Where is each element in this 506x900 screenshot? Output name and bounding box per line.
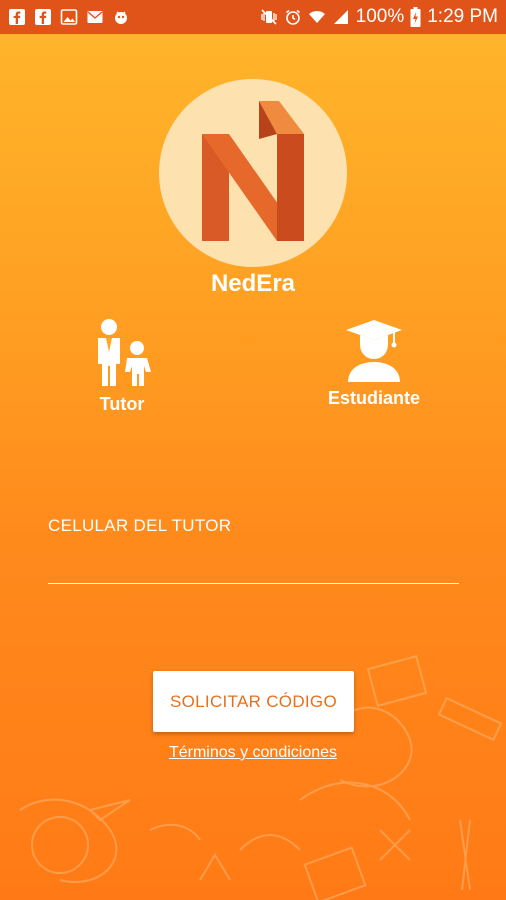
parent-child-icon	[98, 319, 151, 386]
facebook-icon	[9, 9, 25, 25]
bug-icon	[115, 11, 127, 24]
role-tutor[interactable]: Tutor	[72, 318, 172, 415]
wifi-icon	[308, 11, 325, 23]
role-tutor-label: Tutor	[99, 394, 145, 414]
alarm-icon	[285, 9, 300, 25]
role-student-label: Estudiante	[327, 388, 420, 408]
system-status: 100% 1:29 PM	[260, 6, 498, 28]
graduate-icon	[346, 320, 402, 382]
request-code-button[interactable]: SOLICITAR CÓDIGO	[153, 671, 354, 732]
status-bar: 100% 1:29 PM	[0, 0, 506, 34]
facebook-icon	[35, 9, 51, 25]
signal-icon	[333, 10, 348, 24]
tutor-phone-input[interactable]	[48, 548, 459, 584]
battery-percent: 100%	[355, 6, 405, 27]
vibrate-mute-icon	[260, 9, 277, 25]
battery-charging-icon	[410, 7, 421, 27]
clock-time: 1:29 PM	[427, 6, 498, 27]
mail-icon	[87, 11, 103, 23]
role-student[interactable]: Estudiante	[318, 318, 430, 409]
nedera-logo-mark	[202, 101, 304, 241]
app-logo	[159, 79, 347, 267]
terms-link[interactable]: Términos y condiciones	[0, 744, 506, 762]
phone-field-label: CELULAR DEL TUTOR	[48, 516, 232, 535]
notification-icons	[8, 8, 130, 26]
app-name: NedEra	[210, 270, 296, 297]
image-icon	[60, 9, 78, 25]
